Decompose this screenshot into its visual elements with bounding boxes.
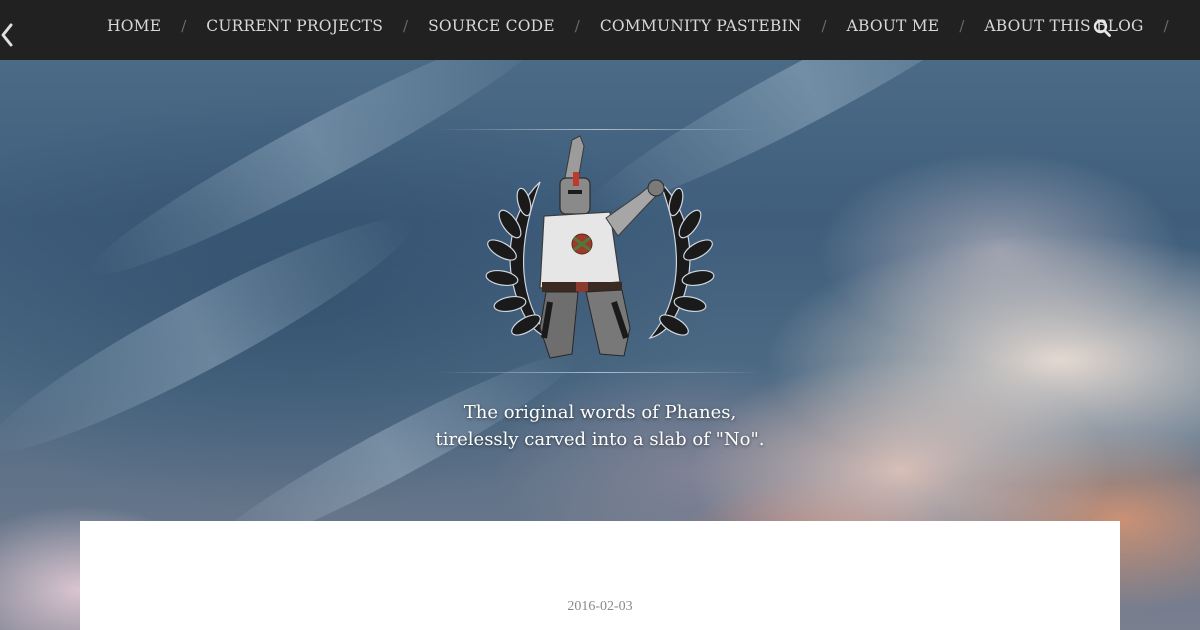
header-top-divider <box>437 129 763 130</box>
back-button[interactable] <box>0 22 16 48</box>
nav-separator: / <box>574 17 580 35</box>
nav-separator: / <box>821 17 827 35</box>
nav-community-pastebin[interactable]: COMMUNITY PASTEBIN <box>600 17 802 35</box>
post-card: 2016-02-03 <box>80 521 1120 630</box>
nav-separator: / <box>181 17 187 35</box>
post-date[interactable]: 2016-02-03 <box>80 599 1120 615</box>
top-nav-bar: HOME / CURRENT PROJECTS / SOURCE CODE / … <box>0 0 1200 60</box>
header-bottom-divider <box>437 372 763 373</box>
nav-separator: / <box>1163 17 1169 35</box>
nav-about-me[interactable]: ABOUT ME <box>847 17 940 35</box>
nav-current-projects[interactable]: CURRENT PROJECTS <box>206 17 383 35</box>
nav-separator: / <box>959 17 965 35</box>
tagline-line-1: The original words of Phanes, <box>463 402 737 423</box>
nav-source-code[interactable]: SOURCE CODE <box>428 17 555 35</box>
knight-laurel-emblem-icon <box>485 135 715 359</box>
nav-home[interactable]: HOME <box>107 17 161 35</box>
nav-separator: / <box>403 17 409 35</box>
tagline-line-2: tirelessly carved into a slab of "No". <box>435 429 765 450</box>
search-button[interactable] <box>1093 19 1111 37</box>
site-tagline: The original words of Phanes, tirelessly… <box>300 399 900 453</box>
chevron-left-icon <box>1 23 13 47</box>
main-navigation: HOME / CURRENT PROJECTS / SOURCE CODE / … <box>107 0 1189 56</box>
search-icon <box>1093 19 1111 37</box>
site-logo[interactable] <box>480 132 720 368</box>
nav-about-this-blog[interactable]: ABOUT THIS BLOG <box>984 17 1143 35</box>
